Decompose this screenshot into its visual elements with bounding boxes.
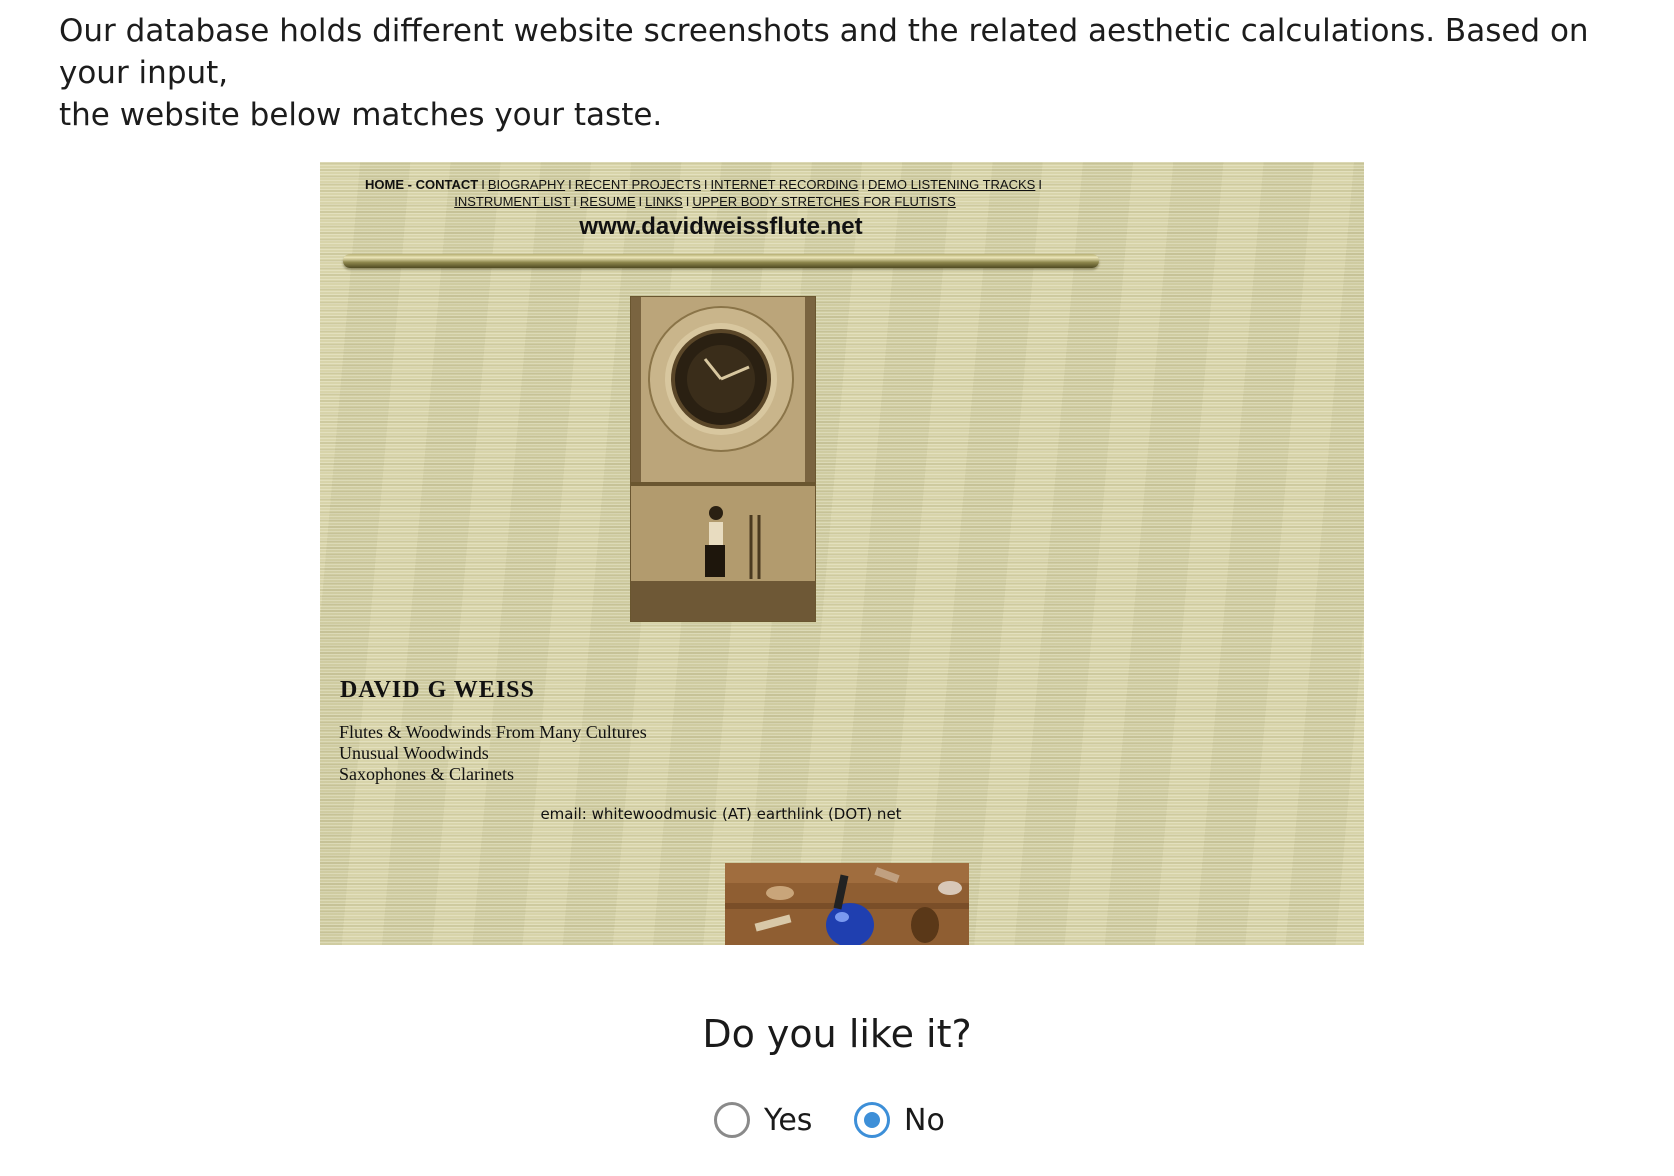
radio-yes-label: Yes xyxy=(764,1102,813,1138)
intro-line-2: the website below matches your taste. xyxy=(59,97,663,133)
clock-tower-photo xyxy=(630,296,816,622)
radio-yes-circle-icon[interactable] xyxy=(714,1102,750,1138)
nav-home-contact: HOME - CONTACT xyxy=(365,177,479,192)
nav-recent-projects: RECENT PROJECTS xyxy=(574,177,701,192)
intro-text: Our database holds different website scr… xyxy=(59,10,1629,136)
instruments-illustration xyxy=(725,863,969,945)
nav-row-2: INSTRUMENT LIST I RESUME I LINKS I UPPER BODY … xyxy=(454,194,956,209)
nav-row-1: HOME - CONTACT I BIOGRAPHY I RECENT PROJECTS… xyxy=(365,177,1042,192)
screenshot-nav: HOME - CONTACT I BIOGRAPHY I RECENT PROJECTS… xyxy=(320,176,1090,210)
nav-demo-listening-tracks: DEMO LISTENING TRACKS xyxy=(867,177,1036,192)
intro-line-1: Our database holds different website scr… xyxy=(59,13,1589,91)
nav-internet-recording: INTERNET RECORDING xyxy=(710,177,859,192)
radio-no[interactable]: No xyxy=(854,1097,945,1143)
radio-yes[interactable]: Yes xyxy=(714,1097,812,1143)
nav-resume: RESUME xyxy=(579,194,636,209)
nav-links: LINKS xyxy=(645,194,683,209)
email-text: email: whitewoodmusic (AT) earthlink (DO… xyxy=(540,805,902,823)
radio-no-label: No xyxy=(904,1102,945,1138)
specialty-list: Flutes & Woodwinds From Many Cultures Un… xyxy=(339,722,647,785)
nav-instrument-list: INSTRUMENT LIST xyxy=(454,194,571,209)
owner-name: DAVID G WEISS xyxy=(340,677,535,703)
website-screenshot: HOME - CONTACT I BIOGRAPHY I RECENT PROJECTS… xyxy=(320,162,1364,945)
nav-biography: BIOGRAPHY xyxy=(487,177,566,192)
like-question: Do you like it? xyxy=(702,1012,972,1056)
clock-tower-illustration xyxy=(631,297,815,621)
site-url: www.davidweissflute.net xyxy=(579,213,863,240)
nav-upper-body-stretches: UPPER BODY STRETCHES FOR FLUTISTS xyxy=(692,194,956,209)
instruments-photo xyxy=(725,863,969,945)
decorative-divider-bar xyxy=(343,254,1099,268)
specialty-line: Saxophones & Clarinets xyxy=(339,764,514,784)
specialty-line: Flutes & Woodwinds From Many Cultures xyxy=(339,722,647,742)
specialty-line: Unusual Woodwinds xyxy=(339,743,489,763)
radio-no-circle-icon[interactable] xyxy=(854,1102,890,1138)
